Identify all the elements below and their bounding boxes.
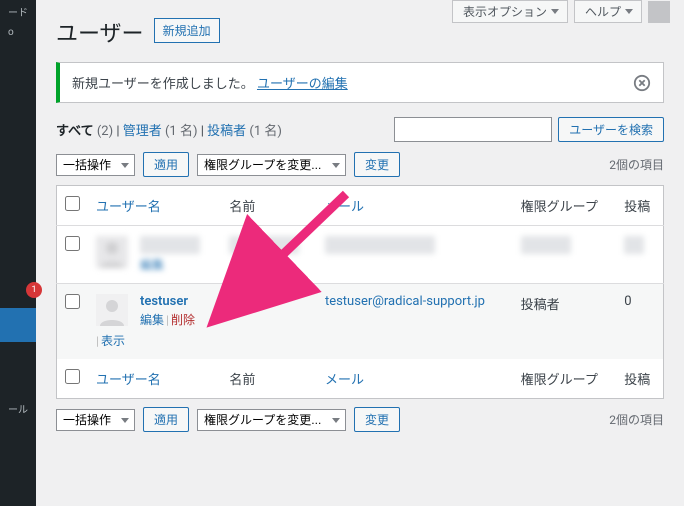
bulk-action-select-top[interactable]: 一括操作 [56,154,135,176]
tablenav-bottom: 一括操作 適用 権限グループを変更... 変更 2個の項目 [56,407,664,432]
notice-text: 新規ユーザーを作成しました。 ユーザーの編集 [72,73,348,92]
role-change-select-bottom[interactable]: 権限グループを変更... [197,409,346,431]
change-button-bottom[interactable]: 変更 [354,407,400,432]
table-row: testuser 編集|削除 |表示 — testuser@radical-su… [57,284,664,360]
sidebar-partial-dashboard[interactable]: ード [0,0,36,20]
col-name: 名前 [221,359,317,399]
row-email-link[interactable]: testuser@radical-support.jp [325,294,485,309]
chevron-down-icon [551,9,559,14]
dismiss-icon[interactable] [633,74,651,92]
sidebar-item-posts[interactable]: o [0,20,36,44]
filter-admin[interactable]: 管理者 [123,124,162,139]
row-edit-link[interactable]: 編集 [140,313,164,327]
edit-user-link[interactable]: ユーザーの編集 [257,77,348,92]
search-button[interactable]: ユーザーを検索 [558,117,664,142]
add-new-user-button[interactable]: 新規追加 [154,18,220,43]
sidebar-item-updates[interactable]: 1 [0,274,36,308]
row-view-link[interactable]: 表示 [101,334,125,348]
row-checkbox[interactable] [65,236,80,251]
col-email[interactable]: メール [325,200,364,215]
user-avatar [96,294,128,326]
user-avatar [96,236,128,268]
view-filters: すべて (2) | 管理者 (1 名) | 投稿者 (1 名) [56,120,282,139]
row-posts: 0 [616,284,663,360]
profile-avatar[interactable] [648,1,670,23]
main-content: 表示オプション ヘルプ ユーザー 新規追加 新規ユーザーを作成しました。 ユーザ… [36,0,684,506]
role-change-select-top[interactable]: 権限グループを変更... [197,154,346,176]
help-button[interactable]: ヘルプ [574,0,642,23]
select-all-top[interactable] [65,196,80,211]
tablenav-top: 一括操作 適用 権限グループを変更... 変更 2個の項目 [56,152,664,177]
row-username-link[interactable]: testuser [140,294,195,309]
success-notice: 新規ユーザーを作成しました。 ユーザーの編集 [56,62,664,103]
row-checkbox[interactable] [65,294,80,309]
col-role: 権限グループ [513,359,617,399]
page-title: ユーザー [56,16,144,48]
sidebar-item-users[interactable] [0,308,36,342]
sidebar-partial-tools[interactable]: ール [0,398,36,418]
row-name: — [221,284,317,360]
col-name: 名前 [221,186,317,226]
filter-contributor[interactable]: 投稿者 [207,124,246,139]
apply-button-bottom[interactable]: 適用 [143,407,189,432]
table-row: 編集 [57,226,664,284]
col-username[interactable]: ユーザー名 [96,373,161,388]
row-edit-link[interactable]: 編集 [140,258,164,272]
col-username[interactable]: ユーザー名 [96,200,161,215]
col-posts: 投稿 [616,186,663,226]
col-role: 権限グループ [513,186,617,226]
chevron-down-icon [625,9,633,14]
apply-button-top[interactable]: 適用 [143,152,189,177]
admin-sidebar: ード o 1 ール [0,0,36,506]
users-table: ユーザー名 名前 メール 権限グループ 投稿 編集 [56,185,664,399]
select-all-bottom[interactable] [65,369,80,384]
screen-meta: 表示オプション ヘルプ [452,0,670,23]
col-posts: 投稿 [616,359,663,399]
change-button-top[interactable]: 変更 [354,152,400,177]
filter-all[interactable]: すべて [56,124,94,139]
screen-options-button[interactable]: 表示オプション [452,0,568,23]
col-email[interactable]: メール [325,373,364,388]
item-count-bottom: 2個の項目 [609,411,664,428]
row-delete-link[interactable]: 削除 [171,313,195,327]
search-box: ユーザーを検索 [394,117,664,142]
bulk-action-select-bottom[interactable]: 一括操作 [56,409,135,431]
item-count-top: 2個の項目 [609,156,664,173]
search-input[interactable] [394,117,552,142]
row-role: 投稿者 [513,284,617,360]
